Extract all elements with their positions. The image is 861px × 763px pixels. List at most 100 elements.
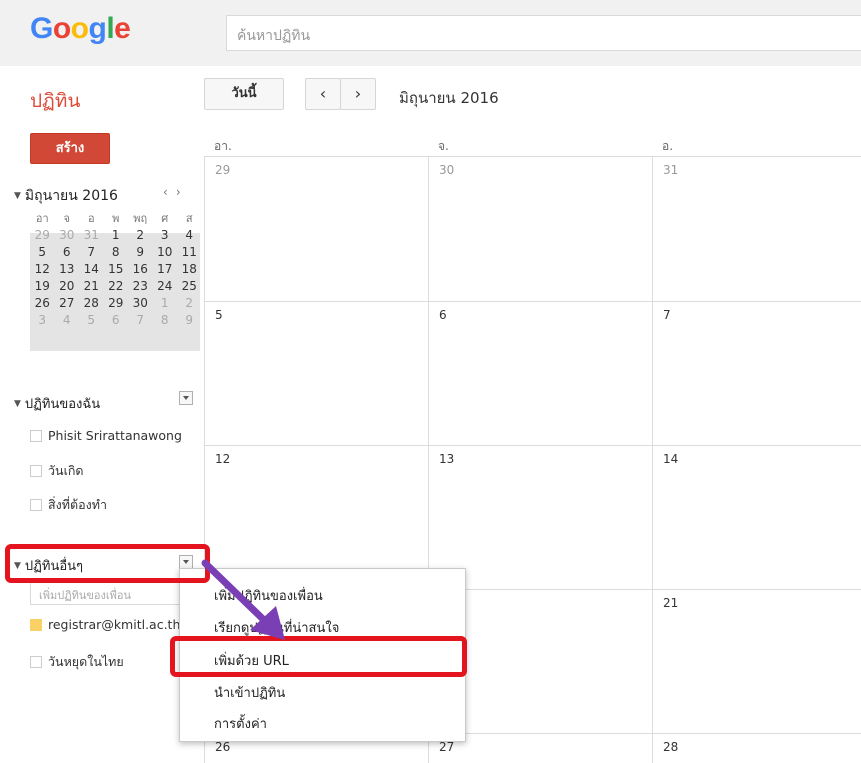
mini-day[interactable]: 24	[153, 278, 178, 295]
menu-item-add-friend-calendar[interactable]: เพิ่มปฏิทินของเพื่อน	[214, 585, 323, 606]
checkbox[interactable]	[30, 465, 42, 477]
chevron-right-icon[interactable]: ›	[340, 78, 376, 110]
day-cell-number[interactable]: 26	[215, 740, 230, 754]
mini-day[interactable]: 17	[153, 261, 178, 278]
day-cell-number[interactable]: 13	[439, 452, 454, 466]
mini-day[interactable]: 11	[177, 244, 202, 261]
weekday-header: จ.	[438, 139, 449, 153]
mini-day[interactable]: 2	[128, 227, 153, 244]
mini-day[interactable]: 8	[153, 312, 178, 329]
calendar-item[interactable]: วันเกิด	[30, 461, 84, 481]
mini-day[interactable]: 9	[177, 312, 202, 329]
mini-weekday: พฤ	[133, 212, 148, 225]
calendar-item[interactable]: สิ่งที่ต้องทำ	[30, 495, 107, 515]
menu-item-browse-interesting-calendars[interactable]: เรียกดูปฏิทินที่น่าสนใจ	[214, 617, 339, 638]
weekday-header: อ.	[662, 139, 674, 153]
mini-weekday: จ	[63, 212, 70, 225]
mini-day[interactable]: 14	[79, 261, 104, 278]
mini-day[interactable]: 21	[79, 278, 104, 295]
mini-day[interactable]: 4	[177, 227, 202, 244]
search-input[interactable]: ค้นหาปฏิทิน	[226, 15, 861, 51]
day-cell-number[interactable]: 5	[215, 308, 223, 322]
mini-day[interactable]: 5	[30, 244, 55, 261]
mini-day[interactable]: 1	[153, 295, 178, 312]
grid-line	[204, 156, 861, 157]
highlight-box-add-by-url	[170, 636, 467, 677]
mini-day[interactable]: 9	[128, 244, 153, 261]
mini-day[interactable]: 25	[177, 278, 202, 295]
mini-day[interactable]: 22	[104, 278, 129, 295]
mini-day[interactable]: 7	[128, 312, 153, 329]
grid-line	[652, 156, 653, 763]
mini-day[interactable]: 31	[79, 227, 104, 244]
today-button[interactable]: วันนี้	[204, 78, 284, 110]
google-logo[interactable]: Google	[30, 12, 131, 46]
day-cell-number[interactable]: 30	[439, 163, 454, 177]
mini-day[interactable]: 16	[128, 261, 153, 278]
mini-day[interactable]: 5	[79, 312, 104, 329]
day-cell-number[interactable]: 7	[663, 308, 671, 322]
day-cell-number[interactable]: 12	[215, 452, 230, 466]
menu-item-import-calendar[interactable]: นำเข้าปฏิทิน	[214, 682, 285, 703]
mini-day[interactable]: 3	[30, 312, 55, 329]
mini-day[interactable]: 15	[104, 261, 129, 278]
day-cell-number[interactable]: 14	[663, 452, 678, 466]
checkbox[interactable]	[30, 656, 42, 668]
day-cell-number[interactable]: 29	[215, 163, 230, 177]
dropdown-arrow-icon[interactable]	[179, 391, 193, 405]
mini-day[interactable]: 29	[30, 227, 55, 244]
add-friend-calendar-input[interactable]: เพิ่มปฏิทินของเพื่อน	[30, 581, 180, 605]
mini-day[interactable]: 30	[55, 227, 80, 244]
day-cell-number[interactable]: 31	[663, 163, 678, 177]
calendar-item-label: วันหยุดในไทย	[48, 654, 124, 669]
mini-day[interactable]: 6	[55, 244, 80, 261]
calendar-item[interactable]: Phisit Srirattanawong	[30, 428, 182, 443]
mini-day[interactable]: 20	[55, 278, 80, 295]
mini-weekday: อ	[87, 212, 95, 225]
mini-day[interactable]: 2	[177, 295, 202, 312]
mini-day[interactable]: 3	[153, 227, 178, 244]
mini-day[interactable]: 13	[55, 261, 80, 278]
mini-day[interactable]: 27	[55, 295, 80, 312]
mini-day[interactable]: 7	[79, 244, 104, 261]
day-cell-number[interactable]: 28	[663, 740, 678, 754]
menu-item-settings[interactable]: การตั้งค่า	[214, 713, 267, 734]
calendar-item[interactable]: registrar@kmitl.ac.th	[30, 617, 180, 632]
mini-day[interactable]: 19	[30, 278, 55, 295]
checkbox[interactable]	[30, 429, 42, 442]
grid-line	[204, 301, 861, 302]
day-cell-number[interactable]: 27	[439, 740, 454, 754]
calendar-item-label: registrar@kmitl.ac.th	[48, 617, 181, 632]
mini-day[interactable]: 26	[30, 295, 55, 312]
mini-day[interactable]: 23	[128, 278, 153, 295]
mini-day[interactable]: 1	[104, 227, 129, 244]
mini-day[interactable]: 30	[128, 295, 153, 312]
collapse-triangle-icon[interactable]: ▼	[14, 399, 21, 409]
checkbox[interactable]	[30, 618, 42, 631]
mini-calendar-nav: ‹›	[163, 185, 189, 199]
chevron-left-icon[interactable]: ‹	[305, 78, 341, 110]
calendar-item[interactable]: วันหยุดในไทย	[30, 652, 124, 672]
my-calendars-title: ปฏิทินของฉัน	[24, 397, 101, 412]
mini-day[interactable]: 6	[104, 312, 129, 329]
mini-day[interactable]: 4	[55, 312, 80, 329]
create-button[interactable]: สร้าง	[30, 133, 110, 164]
mini-weekday: อา	[35, 212, 49, 225]
day-cell-number[interactable]: 21	[663, 596, 678, 610]
calendar-item-label: Phisit Srirattanawong	[48, 428, 182, 443]
collapse-triangle-icon[interactable]: ▼	[14, 191, 21, 201]
checkbox[interactable]	[30, 499, 42, 511]
mini-day[interactable]: 28	[79, 295, 104, 312]
grid-line	[204, 445, 861, 446]
mini-day[interactable]: 29	[104, 295, 129, 312]
mini-week-row: 29 30 31 1 2 3 4	[30, 227, 202, 244]
mini-day[interactable]: 8	[104, 244, 129, 261]
mini-calendar-header[interactable]: ▼ มิถุนายน 2016	[14, 185, 118, 207]
mini-day[interactable]: 10	[153, 244, 178, 261]
mini-next-icon[interactable]: ›	[176, 185, 189, 199]
mini-day[interactable]: 12	[30, 261, 55, 278]
my-calendars-header[interactable]: ▼ ปฏิทินของฉัน	[14, 393, 100, 414]
day-cell-number[interactable]: 6	[439, 308, 447, 322]
mini-day[interactable]: 18	[177, 261, 202, 278]
mini-prev-icon[interactable]: ‹	[163, 185, 176, 199]
